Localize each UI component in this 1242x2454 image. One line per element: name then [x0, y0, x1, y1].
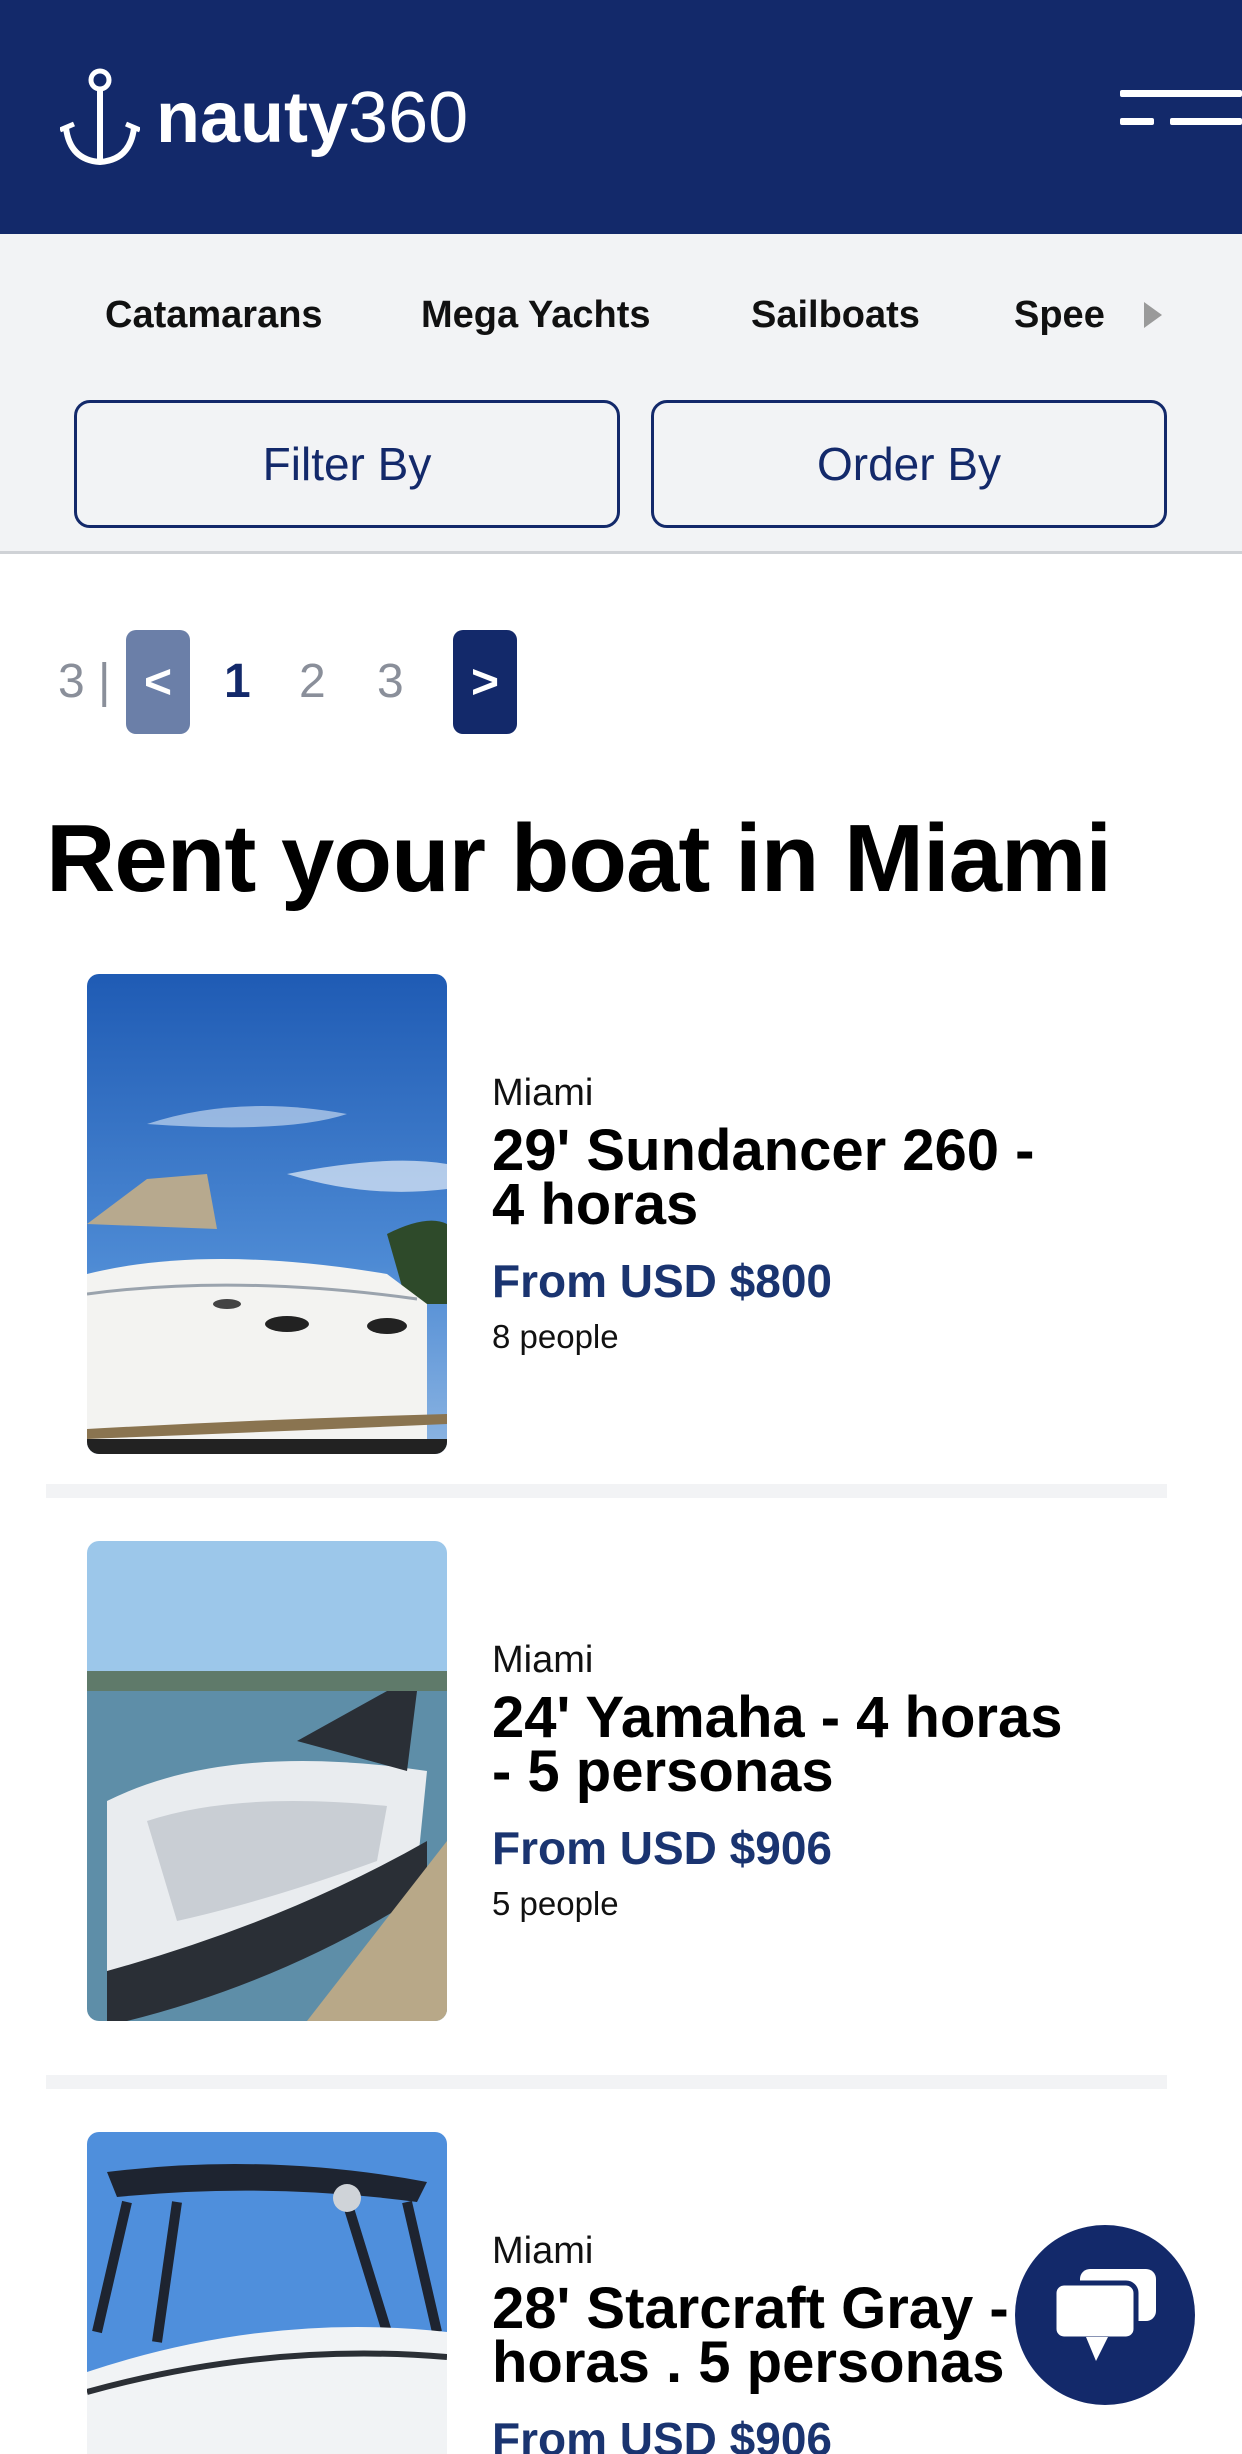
order-by-button[interactable]: Order By [651, 400, 1167, 528]
boat-photo[interactable] [87, 1541, 447, 2021]
listing-location: Miami [492, 2230, 594, 2272]
listing-price: From USD $906 [492, 2413, 833, 2454]
listing-capacity: 8 people [492, 1318, 619, 1355]
category-tab[interactable]: Catamarans [105, 294, 323, 337]
page-title: Rent your boat in Miami [46, 805, 1112, 912]
listing-location: Miami [492, 1072, 594, 1114]
category-tab[interactable]: Mega Yachts [421, 294, 651, 337]
page-count: 3 | [58, 655, 111, 708]
listing-title[interactable]: 24' Yamaha - 4 horas - 5 personas [492, 1689, 1132, 1801]
boat-photo[interactable] [87, 974, 447, 1454]
hamburger-menu-icon[interactable] [1120, 90, 1242, 136]
listing-location: Miami [492, 1639, 594, 1681]
listing-price: From USD $800 [492, 1255, 833, 1307]
filter-by-button[interactable]: Filter By [74, 400, 620, 528]
page-number[interactable]: 3 [377, 654, 404, 709]
filter-section: Catamarans Mega Yachts Sailboats Spee Fi… [0, 234, 1242, 554]
listing-card[interactable]: Miami 29' Sundancer 260 - 4 horas From U… [0, 974, 1242, 1454]
scroll-right-arrow-icon[interactable] [1144, 302, 1162, 328]
listing-card[interactable]: Miami 24' Yamaha - 4 horas - 5 personas … [0, 1541, 1242, 2021]
listing-capacity: 5 people [492, 1885, 619, 1922]
page-number[interactable]: 2 [299, 654, 326, 709]
boat-photo[interactable] [87, 2132, 447, 2454]
next-page-button[interactable]: > [453, 630, 517, 734]
brand-name: nauty360 [156, 78, 469, 158]
listing-title[interactable]: 29' Sundancer 260 - 4 horas [492, 1122, 1132, 1234]
category-tabs: Catamarans Mega Yachts Sailboats Spee [0, 294, 1170, 364]
category-tab[interactable]: Sailboats [751, 294, 920, 337]
category-tab[interactable]: Spee [1014, 294, 1105, 337]
divider [46, 1484, 1167, 1498]
chat-bubble-icon [1051, 2269, 1156, 2361]
anchor-icon [60, 68, 140, 166]
prev-page-button[interactable]: < [126, 630, 190, 734]
page-number[interactable]: 1 [224, 654, 251, 709]
top-header: nauty360 [0, 0, 1242, 234]
divider [46, 2075, 1167, 2089]
listing-price: From USD $906 [492, 1822, 833, 1874]
brand-logo[interactable]: nauty360 [60, 68, 468, 168]
chat-button[interactable] [1015, 2225, 1195, 2405]
